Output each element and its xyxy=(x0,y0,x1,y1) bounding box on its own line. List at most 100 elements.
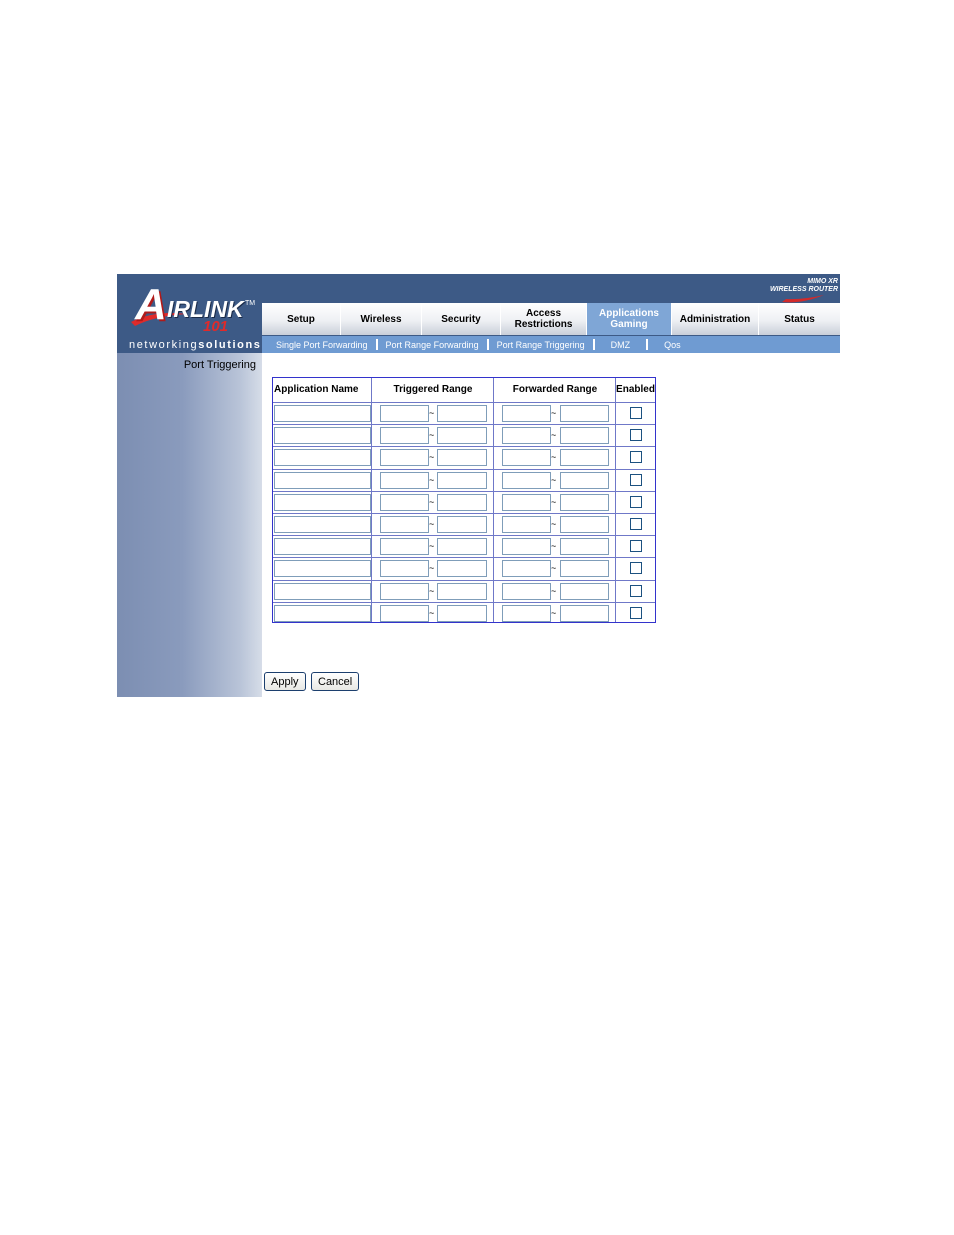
triggered-end-input[interactable] xyxy=(437,405,487,422)
range-tilde: ~ xyxy=(551,496,557,507)
range-tilde: ~ xyxy=(429,585,435,596)
enabled-checkbox[interactable] xyxy=(630,451,642,464)
triggered-end-input[interactable] xyxy=(437,516,487,533)
range-tilde: ~ xyxy=(551,519,557,529)
triggered-start-input[interactable] xyxy=(380,427,429,445)
application-name-input[interactable] xyxy=(274,449,371,467)
header-enabled: Enabled xyxy=(616,384,655,395)
subnav-separator xyxy=(592,339,595,350)
triggered-end-input[interactable] xyxy=(437,582,487,600)
port-triggering-table: Application Name Triggered Range Forward… xyxy=(272,377,656,623)
enabled-checkbox[interactable] xyxy=(630,429,642,442)
triggered-end-input[interactable] xyxy=(437,604,487,622)
forwarded-start-input[interactable] xyxy=(502,582,551,600)
tab-status[interactable]: Status xyxy=(759,303,840,335)
enabled-checkbox[interactable] xyxy=(630,584,642,597)
subnav-dmz[interactable]: DMZ xyxy=(611,340,631,350)
forwarded-start-input[interactable] xyxy=(502,471,551,489)
triggered-start-input[interactable] xyxy=(380,604,429,622)
range-tilde: ~ xyxy=(429,452,435,463)
application-name-input[interactable] xyxy=(274,493,371,511)
forwarded-start-input[interactable] xyxy=(502,427,551,445)
triggered-end-input[interactable] xyxy=(437,538,487,556)
tagline-part2: solutions xyxy=(198,339,262,351)
subnav-single-port-forwarding[interactable]: Single Port Forwarding xyxy=(276,340,368,350)
table-row: ~ ~ xyxy=(273,601,655,624)
subnav-port-range-triggering[interactable]: Port Range Triggering xyxy=(497,340,585,350)
forwarded-start-input[interactable] xyxy=(502,449,551,467)
forwarded-end-input[interactable] xyxy=(560,449,609,467)
triggered-end-input[interactable] xyxy=(437,427,487,445)
triggered-start-input[interactable] xyxy=(380,471,429,489)
forwarded-end-input[interactable] xyxy=(560,405,609,422)
application-name-input[interactable] xyxy=(274,471,371,489)
triggered-start-input[interactable] xyxy=(380,493,429,511)
forwarded-end-input[interactable] xyxy=(560,427,609,445)
triggered-end-input[interactable] xyxy=(437,493,487,511)
range-tilde: ~ xyxy=(429,519,435,529)
cancel-button[interactable]: Cancel xyxy=(311,672,360,691)
logo-letter-a: A xyxy=(135,280,167,329)
range-tilde: ~ xyxy=(551,474,557,485)
application-name-input[interactable] xyxy=(274,560,371,578)
tab-security[interactable]: Security xyxy=(422,303,501,335)
enabled-checkbox[interactable] xyxy=(630,407,642,419)
forwarded-start-input[interactable] xyxy=(502,604,551,622)
forwarded-end-input[interactable] xyxy=(560,516,609,533)
subnav-port-range-forwarding[interactable]: Port Range Forwarding xyxy=(386,340,479,350)
enabled-checkbox[interactable] xyxy=(630,495,642,508)
brand-line2: WIRELESS ROUTER xyxy=(769,286,838,293)
triggered-start-input[interactable] xyxy=(380,560,429,578)
forwarded-end-input[interactable] xyxy=(560,493,609,511)
table-row: ~ ~ xyxy=(273,424,655,446)
forwarded-end-input[interactable] xyxy=(560,604,609,622)
triggered-start-input[interactable] xyxy=(380,582,429,600)
forwarded-end-input[interactable] xyxy=(560,560,609,578)
forwarded-start-input[interactable] xyxy=(502,493,551,511)
triggered-end-input[interactable] xyxy=(437,449,487,467)
tab-access-restrictions[interactable]: Access Restrictions xyxy=(501,303,587,335)
tab-wireless[interactable]: Wireless xyxy=(341,303,422,335)
triggered-start-input[interactable] xyxy=(380,405,429,422)
forwarded-start-input[interactable] xyxy=(502,560,551,578)
range-tilde: ~ xyxy=(429,496,435,507)
range-tilde: ~ xyxy=(429,474,435,485)
apply-button[interactable]: Apply xyxy=(264,672,306,691)
enabled-checkbox[interactable] xyxy=(630,473,642,486)
triggered-end-input[interactable] xyxy=(437,560,487,578)
tab-applications-gaming[interactable]: Applications Gaming xyxy=(587,303,672,335)
application-name-input[interactable] xyxy=(274,604,371,622)
tagline-part1: networking xyxy=(129,339,199,351)
application-name-input[interactable] xyxy=(274,516,371,533)
range-tilde: ~ xyxy=(429,563,435,574)
main-tabs: Setup Wireless Security Access Restricti… xyxy=(262,303,840,335)
forwarded-start-input[interactable] xyxy=(502,538,551,556)
forwarded-end-input[interactable] xyxy=(560,538,609,556)
range-tilde: ~ xyxy=(429,607,435,618)
triggered-start-input[interactable] xyxy=(380,538,429,556)
forwarded-end-input[interactable] xyxy=(560,471,609,489)
application-name-input[interactable] xyxy=(274,582,371,600)
forwarded-end-input[interactable] xyxy=(560,582,609,600)
brand-line1: MIMO XR xyxy=(807,278,838,285)
triggered-start-input[interactable] xyxy=(380,516,429,533)
tab-administration[interactable]: Administration xyxy=(672,303,759,335)
tab-setup[interactable]: Setup xyxy=(262,303,341,335)
subnav-qos[interactable]: Qos xyxy=(664,340,681,350)
sub-navigation: Single Port Forwarding Port Range Forwar… xyxy=(262,336,840,353)
product-brand: MIMO XR WIRELESS ROUTER xyxy=(770,278,838,294)
range-tilde: ~ xyxy=(551,585,557,596)
forwarded-start-input[interactable] xyxy=(502,516,551,533)
range-tilde: ~ xyxy=(551,452,557,463)
enabled-checkbox[interactable] xyxy=(630,518,642,530)
forwarded-start-input[interactable] xyxy=(502,405,551,422)
enabled-checkbox[interactable] xyxy=(630,540,642,553)
triggered-start-input[interactable] xyxy=(380,449,429,467)
application-name-input[interactable] xyxy=(274,538,371,556)
triggered-end-input[interactable] xyxy=(437,471,487,489)
application-name-input[interactable] xyxy=(274,405,371,422)
enabled-checkbox[interactable] xyxy=(630,606,642,619)
enabled-checkbox[interactable] xyxy=(630,562,642,575)
table-row: ~ ~ xyxy=(273,579,655,602)
application-name-input[interactable] xyxy=(274,427,371,445)
